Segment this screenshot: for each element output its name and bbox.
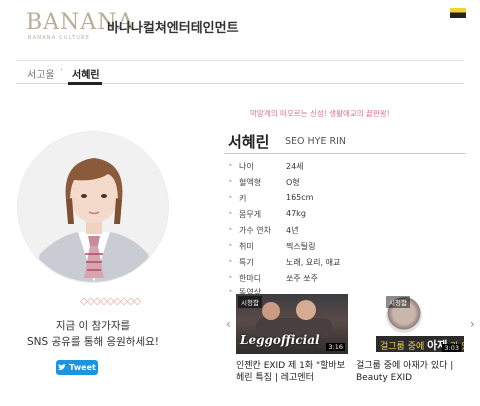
decorative-hearts: ◇◇◇◇◇◇◇◇◇ [80, 296, 141, 307]
info-row-blood-type: • 혈액형 O형 [228, 174, 458, 190]
video-carousel: 시청함 Leggofficial 3:16 시청함 걸그룹 중에 아재 가 있다… [236, 294, 464, 394]
info-value: 쏘주 쏘주 [286, 274, 318, 283]
info-row-age: • 나이 24세 [228, 158, 458, 174]
carousel-next-button[interactable]: › [470, 317, 475, 331]
tab-seohyerin[interactable]: 서혜린 [72, 66, 100, 81]
watched-badge: 시청함 [238, 296, 262, 308]
bullet-icon: • [228, 209, 233, 218]
company-name: 바나나컬쳐엔터테인먼트 [107, 21, 239, 36]
video-thumbnail-2[interactable]: 시청함 걸그룹 중에 아재 가 있다 3:03 [356, 294, 464, 354]
info-label: 키 [239, 194, 247, 203]
profile-illustration [18, 132, 168, 282]
profile-slogan: 막앙계의 떠오르는 신성! 생활애교의 끝판왕! [250, 109, 390, 118]
info-row-height: • 키 165cm [228, 190, 458, 206]
corner-badge-icon [450, 8, 466, 18]
watched-badge: 시청함 [386, 296, 410, 308]
bullet-icon: • [228, 257, 233, 266]
info-value: O형 [286, 178, 300, 187]
carousel-prev-button[interactable]: ‹ [226, 317, 231, 331]
video-duration: 3:16 [326, 343, 345, 351]
profile-name-korean: 서혜린 [228, 133, 270, 151]
logo-text: BANANA [26, 10, 135, 35]
thumbnail-person [262, 302, 280, 320]
profile-name-english: SEO HYE RIN [285, 136, 347, 147]
bullet-icon: • [228, 287, 233, 296]
tab-seogoul[interactable]: 서고울 [27, 66, 55, 81]
info-label: 몸무게 [239, 210, 262, 219]
bullet-icon: • [228, 225, 233, 234]
tweet-button[interactable]: Tweet [56, 360, 98, 375]
info-row-specialty: • 특기 노래, 요리, 애교 [228, 254, 458, 270]
bullet-icon: • [228, 177, 233, 186]
info-value: 165cm [286, 193, 314, 202]
video-thumbnail-1[interactable]: 시청함 Leggofficial 3:16 [236, 294, 348, 354]
info-label: 한마디 [239, 274, 262, 283]
bullet-icon: • [228, 273, 233, 282]
header: BANANA BANANA CULTURE 바나나컬쳐엔터테인먼트 [0, 0, 480, 50]
active-tab-underline [68, 82, 102, 85]
video-title-1[interactable]: 인젠칸 EXID 제 1화 "할바보 헤린 특집 | 레고엔터 [236, 360, 348, 384]
video-duration: 3:03 [442, 344, 461, 352]
info-label: 가수 연차 [239, 226, 271, 235]
tab-bar: 서고울 · 서혜린 [16, 60, 464, 85]
bullet-icon: • [228, 161, 233, 170]
bullet-icon: • [228, 241, 233, 250]
info-row-career: • 가수 연차 4년 [228, 222, 458, 238]
info-label: 혈액형 [239, 178, 262, 187]
info-row-weight: • 몸무게 47kg [228, 206, 458, 222]
name-divider [224, 153, 466, 154]
info-label: 특기 [239, 258, 254, 267]
info-value: 노래, 요리, 애교 [286, 258, 341, 267]
vote-line-1: 지금 이 참가자를 [55, 320, 131, 332]
tweet-label: Tweet [69, 363, 96, 372]
tab-separator: · [60, 65, 64, 76]
info-row-hobby: • 취미 찍스틸링 [228, 238, 458, 254]
banana-culture-logo[interactable]: BANANA BANANA CULTURE [26, 10, 135, 42]
twitter-bird-icon [58, 364, 67, 371]
logo-subtext: BANANA CULTURE [28, 35, 91, 41]
vote-line-2: SNS 공유를 통해 응원하세요! [26, 336, 159, 348]
thumbnail-overlay-text: Leggofficial [240, 333, 320, 347]
info-label: 취미 [239, 242, 254, 251]
bullet-icon: • [228, 193, 233, 202]
info-value: 찍스틸링 [286, 242, 316, 251]
info-value: 4년 [286, 226, 299, 235]
profile-photo [17, 131, 169, 283]
thumbnail-person [296, 300, 316, 320]
info-value: 47kg [286, 209, 306, 218]
video-title-2[interactable]: 걸그룹 중에 아재가 있다 | Beauty EXID [356, 360, 464, 384]
info-label: 나이 [239, 162, 254, 171]
info-value: 24세 [286, 162, 304, 171]
